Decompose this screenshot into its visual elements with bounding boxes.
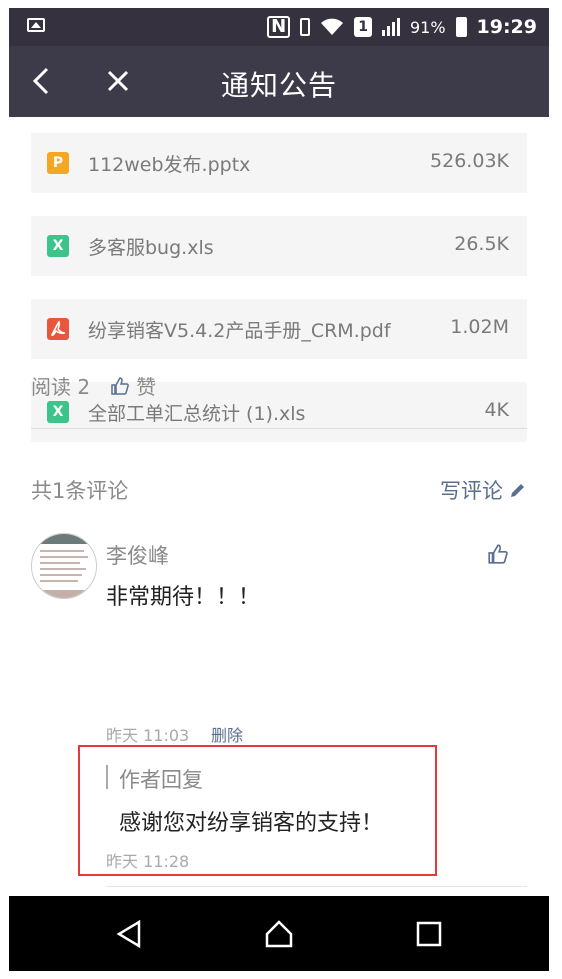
status-bar: N 1 91% 19:29 — [9, 8, 549, 46]
divider — [31, 428, 527, 429]
sim-icon: 1 — [354, 17, 372, 37]
attachment-size: 26.5K — [454, 233, 509, 255]
nfc-icon: N — [267, 16, 291, 38]
stats-row: 阅读 2 赞 — [31, 371, 156, 400]
attachment-name: 全部工单汇总统计 (1).xls — [88, 403, 306, 425]
attachment-size: 1.02M — [450, 316, 509, 338]
attachment-name: 纷享销客V5.4.2产品手册_CRM.pdf — [88, 320, 391, 342]
battery-icon — [455, 17, 467, 37]
comment-text: 非常期待！！！ — [106, 585, 261, 610]
back-icon[interactable] — [115, 918, 147, 950]
reply-bar — [106, 765, 108, 789]
phone-screen: N 1 91% 19:29 通知公告 P 112web发布.pptx 526.0 — [9, 8, 549, 971]
attachment-size: 526.03K — [430, 150, 509, 172]
attachment-name: 多客服bug.xls — [88, 237, 214, 259]
thumbs-up-icon — [111, 376, 129, 395]
delete-button[interactable]: 删除 — [211, 722, 243, 746]
like-button[interactable]: 赞 — [110, 371, 156, 400]
xls-file-icon: X — [47, 235, 69, 257]
attachment-size: 4K — [484, 399, 509, 421]
pptx-file-icon: P — [47, 152, 69, 174]
home-icon[interactable] — [263, 918, 295, 950]
pencil-icon — [511, 484, 524, 497]
nav-bar — [9, 896, 549, 971]
attachment-item[interactable]: P 112web发布.pptx 526.03K — [31, 133, 527, 193]
wifi-icon — [321, 18, 344, 35]
thumbs-up-icon[interactable] — [487, 543, 509, 565]
reply-time: 昨天 11:28 — [106, 852, 190, 871]
signal-icon — [381, 18, 400, 36]
comment-count: 共1条评论 — [31, 479, 129, 503]
clock: 19:29 — [476, 16, 537, 38]
divider — [106, 886, 527, 887]
write-comment-button[interactable]: 写评论 — [440, 475, 527, 505]
commenter-name[interactable]: 李俊峰 — [106, 540, 169, 570]
status-icons: N 1 91% 19:29 — [267, 14, 537, 40]
attachment-name: 112web发布.pptx — [88, 154, 251, 176]
title-bar: 通知公告 — [9, 46, 549, 117]
image-icon — [27, 18, 45, 32]
battery-percent: 91% — [409, 17, 446, 37]
xls-file-icon: X — [47, 401, 69, 423]
read-count: 阅读 2 — [31, 375, 91, 399]
attachment-item[interactable]: 纷享销客V5.4.2产品手册_CRM.pdf 1.02M — [31, 299, 527, 359]
pdf-file-icon — [47, 318, 69, 340]
vibrate-icon — [300, 18, 311, 36]
avatar[interactable] — [31, 533, 97, 599]
page-title: 通知公告 — [220, 69, 337, 102]
recents-icon[interactable] — [413, 918, 445, 950]
write-comment-label: 写评论 — [440, 479, 503, 503]
comment-time: 昨天 11:03 — [106, 726, 190, 745]
reply-label: 作者回复 — [119, 768, 203, 792]
like-label: 赞 — [136, 375, 157, 399]
reply-text: 感谢您对纷享销客的支持！ — [119, 811, 384, 836]
attachment-item[interactable]: X 多客服bug.xls 26.5K — [31, 216, 527, 276]
